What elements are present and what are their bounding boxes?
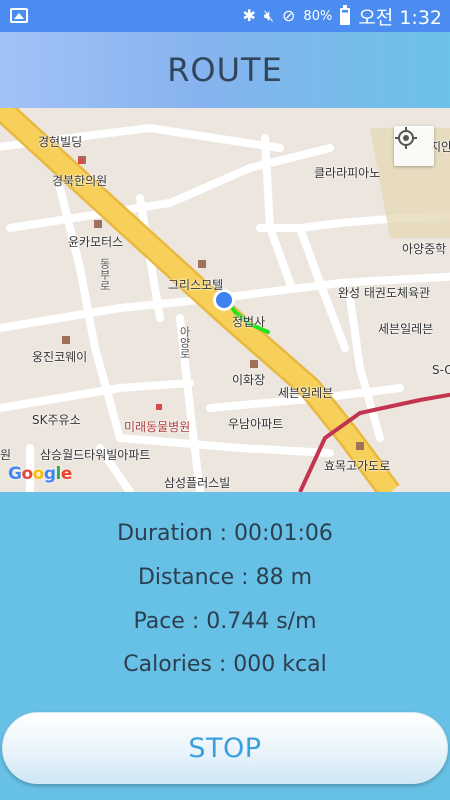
hospital-marker xyxy=(156,404,162,410)
map-label: 그리스모텔 xyxy=(168,278,224,292)
map-label: 완성 태권도체육관 xyxy=(338,286,431,300)
page-title: ROUTE xyxy=(167,51,283,89)
map-label: S-O xyxy=(432,363,450,377)
my-location-button[interactable] xyxy=(394,126,434,166)
google-logo: Google xyxy=(8,464,72,484)
map-label: 클라라피아노 xyxy=(314,166,381,180)
calories-text: Calories : 000 kcal xyxy=(123,652,327,677)
clock: 오전 1:32 xyxy=(358,6,442,29)
street-label: 동부로 xyxy=(98,258,111,291)
map-label: SK주유소 xyxy=(32,413,81,427)
poi-marker xyxy=(198,260,206,268)
status-bar: ✱ 🔇︎ ⊘ 80% 오전 1:32 xyxy=(0,0,450,32)
map-label: 우남아파트 xyxy=(228,417,284,431)
map-label: 윤카모터스 xyxy=(68,235,124,249)
gallery-icon xyxy=(10,8,28,23)
map-label: 세븐일레븐 xyxy=(378,322,434,336)
map-label: 효목고가도로 xyxy=(324,459,391,473)
workout-stats: Duration : 00:01:06 Distance : 88 m Pace… xyxy=(0,492,450,712)
poi-marker xyxy=(250,360,258,368)
status-icons: ✱ 🔇︎ ⊘ 80% 오전 1:32 xyxy=(243,0,442,32)
do-not-disturb-icon: ⊘ xyxy=(282,6,296,25)
map-label: 아양중학 xyxy=(402,242,447,256)
map-label: 미래동물병원 xyxy=(124,420,191,434)
bluetooth-icon: ✱ xyxy=(242,6,256,25)
pace-text: Pace : 0.744 s/m xyxy=(133,609,317,634)
map-label: 경현빌딩 xyxy=(38,135,83,149)
map-label: 원 xyxy=(0,448,12,462)
poi-marker xyxy=(62,336,70,344)
app-header: ROUTE xyxy=(0,32,450,108)
mute-icon: 🔇︎ xyxy=(263,6,275,25)
stop-button-label: STOP xyxy=(188,732,262,764)
route-map[interactable]: 경현빌딩 경북한의원 윤카모터스 클라라피아노 아양중학 그리스모텔 완성 태권… xyxy=(0,108,450,492)
crosshair-icon xyxy=(395,127,417,149)
hospital-marker xyxy=(78,158,84,164)
current-location-dot xyxy=(216,292,232,308)
street-label: 아양로 xyxy=(178,326,191,359)
map-label: 경북한의원 xyxy=(52,174,108,188)
poi-marker xyxy=(356,442,364,450)
map-label: 웅진코웨이 xyxy=(32,350,88,364)
battery-icon xyxy=(340,4,351,25)
map-label: 세븐일레븐 xyxy=(278,386,334,400)
map-label: 이화장 xyxy=(232,373,266,387)
map-label: 정법사 xyxy=(232,315,266,329)
stop-button[interactable]: STOP xyxy=(2,712,448,784)
map-label: 삼성플러스빌 xyxy=(164,476,231,490)
battery-percent: 80% xyxy=(303,8,333,24)
duration-text: Duration : 00:01:06 xyxy=(117,521,333,546)
distance-text: Distance : 88 m xyxy=(137,565,312,590)
map-label: 삼승월드타워빌아파트 xyxy=(40,448,151,462)
minor-road xyxy=(116,434,334,457)
poi-marker xyxy=(94,220,102,228)
